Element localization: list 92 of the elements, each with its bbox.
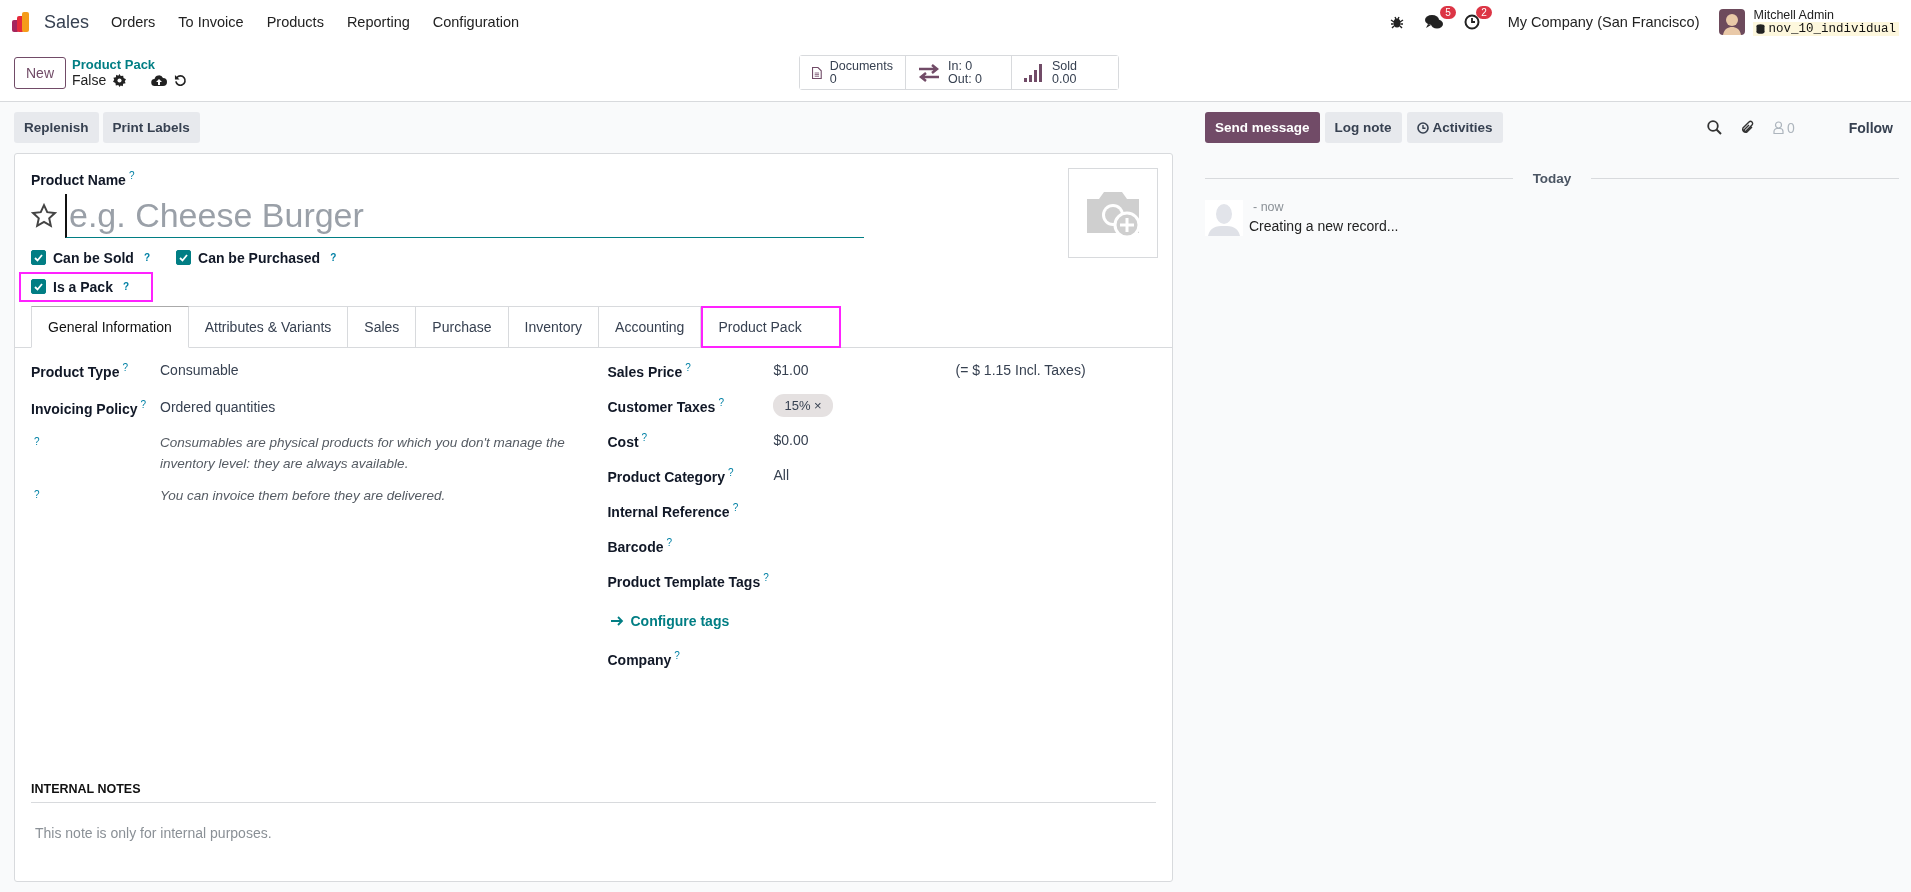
smart-button[interactable]: Documents 0 [800, 56, 906, 89]
tab[interactable]: Product Pack [701, 305, 841, 348]
activity-count-badge: 2 [1476, 6, 1492, 19]
smart-button-text: In: 0 [948, 59, 973, 73]
smart-button-text: 0 [829, 72, 837, 86]
message-text: Creating a new record... [1249, 218, 1399, 234]
tax-included-note: (= $ 1.15 Incl. Taxes) [955, 361, 1086, 380]
field-label: Customer Taxes [607, 398, 716, 415]
tab[interactable]: Accounting [599, 305, 702, 347]
bug-icon[interactable] [1389, 15, 1404, 29]
action-button[interactable]: Replenish [14, 112, 99, 143]
search-icon[interactable] [1706, 120, 1722, 135]
avatar-icon[interactable] [1719, 9, 1746, 35]
tooltip-mark[interactable]: ? [128, 170, 135, 181]
menu-item[interactable]: Configuration [432, 14, 519, 30]
breadcrumb-link[interactable]: Product Pack [72, 57, 188, 72]
field-label: Invoicing Policy [31, 400, 138, 417]
bar-chart-icon [1024, 63, 1044, 82]
menu-item[interactable]: Products [266, 14, 324, 30]
field-label: Product Category [607, 468, 725, 485]
menu-item[interactable]: To Invoice [178, 14, 244, 30]
log-note-button[interactable]: Log note [1324, 112, 1402, 143]
tooltip-mark[interactable]: ? [666, 536, 673, 548]
field-label: Company [607, 651, 672, 668]
field-value: $1.00 [773, 361, 810, 380]
send-message-button[interactable]: Send message [1205, 112, 1320, 143]
tooltip-mark[interactable]: ? [718, 396, 724, 408]
field-value: Ordered quantities [160, 398, 276, 417]
arrow-right-icon [611, 615, 625, 626]
smart-button-text: Documents [829, 59, 893, 73]
message-time: - now [1253, 200, 1285, 214]
product-name-field[interactable]: e.g. Cheese Burger [65, 193, 864, 238]
database-label: nov_10_individual [1768, 22, 1896, 36]
tooltip-mark[interactable]: ? [727, 466, 734, 478]
company-switcher[interactable]: My Company (San Francisco) [1507, 14, 1700, 30]
star-icon[interactable] [31, 202, 57, 229]
field-label: Internal Reference [607, 503, 730, 520]
configure-tags-link[interactable]: Configure tags [611, 612, 730, 629]
help-text: You can invoice them before they are delivered. [160, 486, 447, 505]
tax-tag[interactable]: 15% × [773, 393, 833, 417]
action-button[interactable]: Print Labels [102, 112, 200, 143]
checkmark-icon [179, 253, 188, 262]
field-label: Product Template Tags [607, 573, 761, 590]
tab[interactable]: Purchase [416, 305, 509, 347]
tab[interactable]: Inventory [508, 305, 600, 347]
help-text: Consumables are physical products for which you don't manage the inventory level: they are always available. [160, 433, 566, 473]
new-button[interactable]: New [14, 56, 66, 89]
section-title: INTERNAL NOTES [31, 781, 1156, 803]
cloud-upload-icon[interactable] [151, 73, 168, 87]
tooltip-mark[interactable]: ? [732, 501, 739, 513]
field-value: All [773, 466, 791, 485]
field-label: Product Name [31, 171, 126, 188]
tooltip-mark[interactable]: ? [34, 435, 40, 447]
tooltip-mark[interactable]: ? [122, 361, 128, 373]
undo-icon[interactable] [174, 73, 188, 87]
clock-icon [1416, 121, 1429, 134]
settings-icon[interactable] [113, 73, 127, 87]
field-label: Product Type [31, 363, 120, 380]
tooltip-mark[interactable]: ? [34, 488, 40, 500]
field-label: Barcode [607, 538, 664, 555]
record-title: False [72, 72, 107, 88]
clock-icon[interactable] [1463, 14, 1480, 30]
tooltip-mark[interactable]: ? [674, 649, 680, 661]
date-separator: Today [1532, 171, 1572, 186]
field-label: Sales Price [607, 363, 683, 380]
activities-button[interactable]: Activities [1406, 112, 1503, 143]
tab[interactable]: Sales [348, 305, 417, 347]
field-value: Consumable [160, 361, 239, 380]
field-value: $0.00 [773, 431, 810, 450]
tab[interactable]: General Information [31, 305, 189, 348]
field-label: Cost [607, 433, 639, 450]
tooltip-mark[interactable]: ? [685, 361, 691, 373]
user-name[interactable]: Mitchell Admin [1753, 8, 1899, 22]
follow-button[interactable]: Follow [1842, 118, 1899, 137]
tab[interactable]: Attributes & Variants [188, 305, 349, 347]
smart-button-text: 0.00 [1052, 72, 1077, 86]
smart-button-text: Out: 0 [948, 72, 983, 86]
checkmark-icon [34, 253, 43, 262]
database-icon [1756, 24, 1766, 34]
tooltip-mark[interactable]: ? [140, 398, 147, 410]
paperclip-icon[interactable] [1739, 120, 1755, 135]
smart-button-text: Sold [1052, 59, 1078, 73]
tooltip-mark[interactable]: ? [763, 571, 769, 583]
menu-item[interactable]: Reporting [346, 14, 410, 30]
message-count-badge: 5 [1440, 6, 1456, 19]
checkmark-icon [34, 282, 43, 291]
app-name[interactable]: Sales [44, 11, 90, 33]
user-silhouette-icon [1205, 200, 1243, 236]
menu-item[interactable]: Orders [111, 14, 156, 30]
tooltip-mark[interactable]: ? [641, 431, 648, 443]
transfer-arrows-icon [918, 63, 940, 82]
chat-icon[interactable] [1423, 14, 1444, 30]
